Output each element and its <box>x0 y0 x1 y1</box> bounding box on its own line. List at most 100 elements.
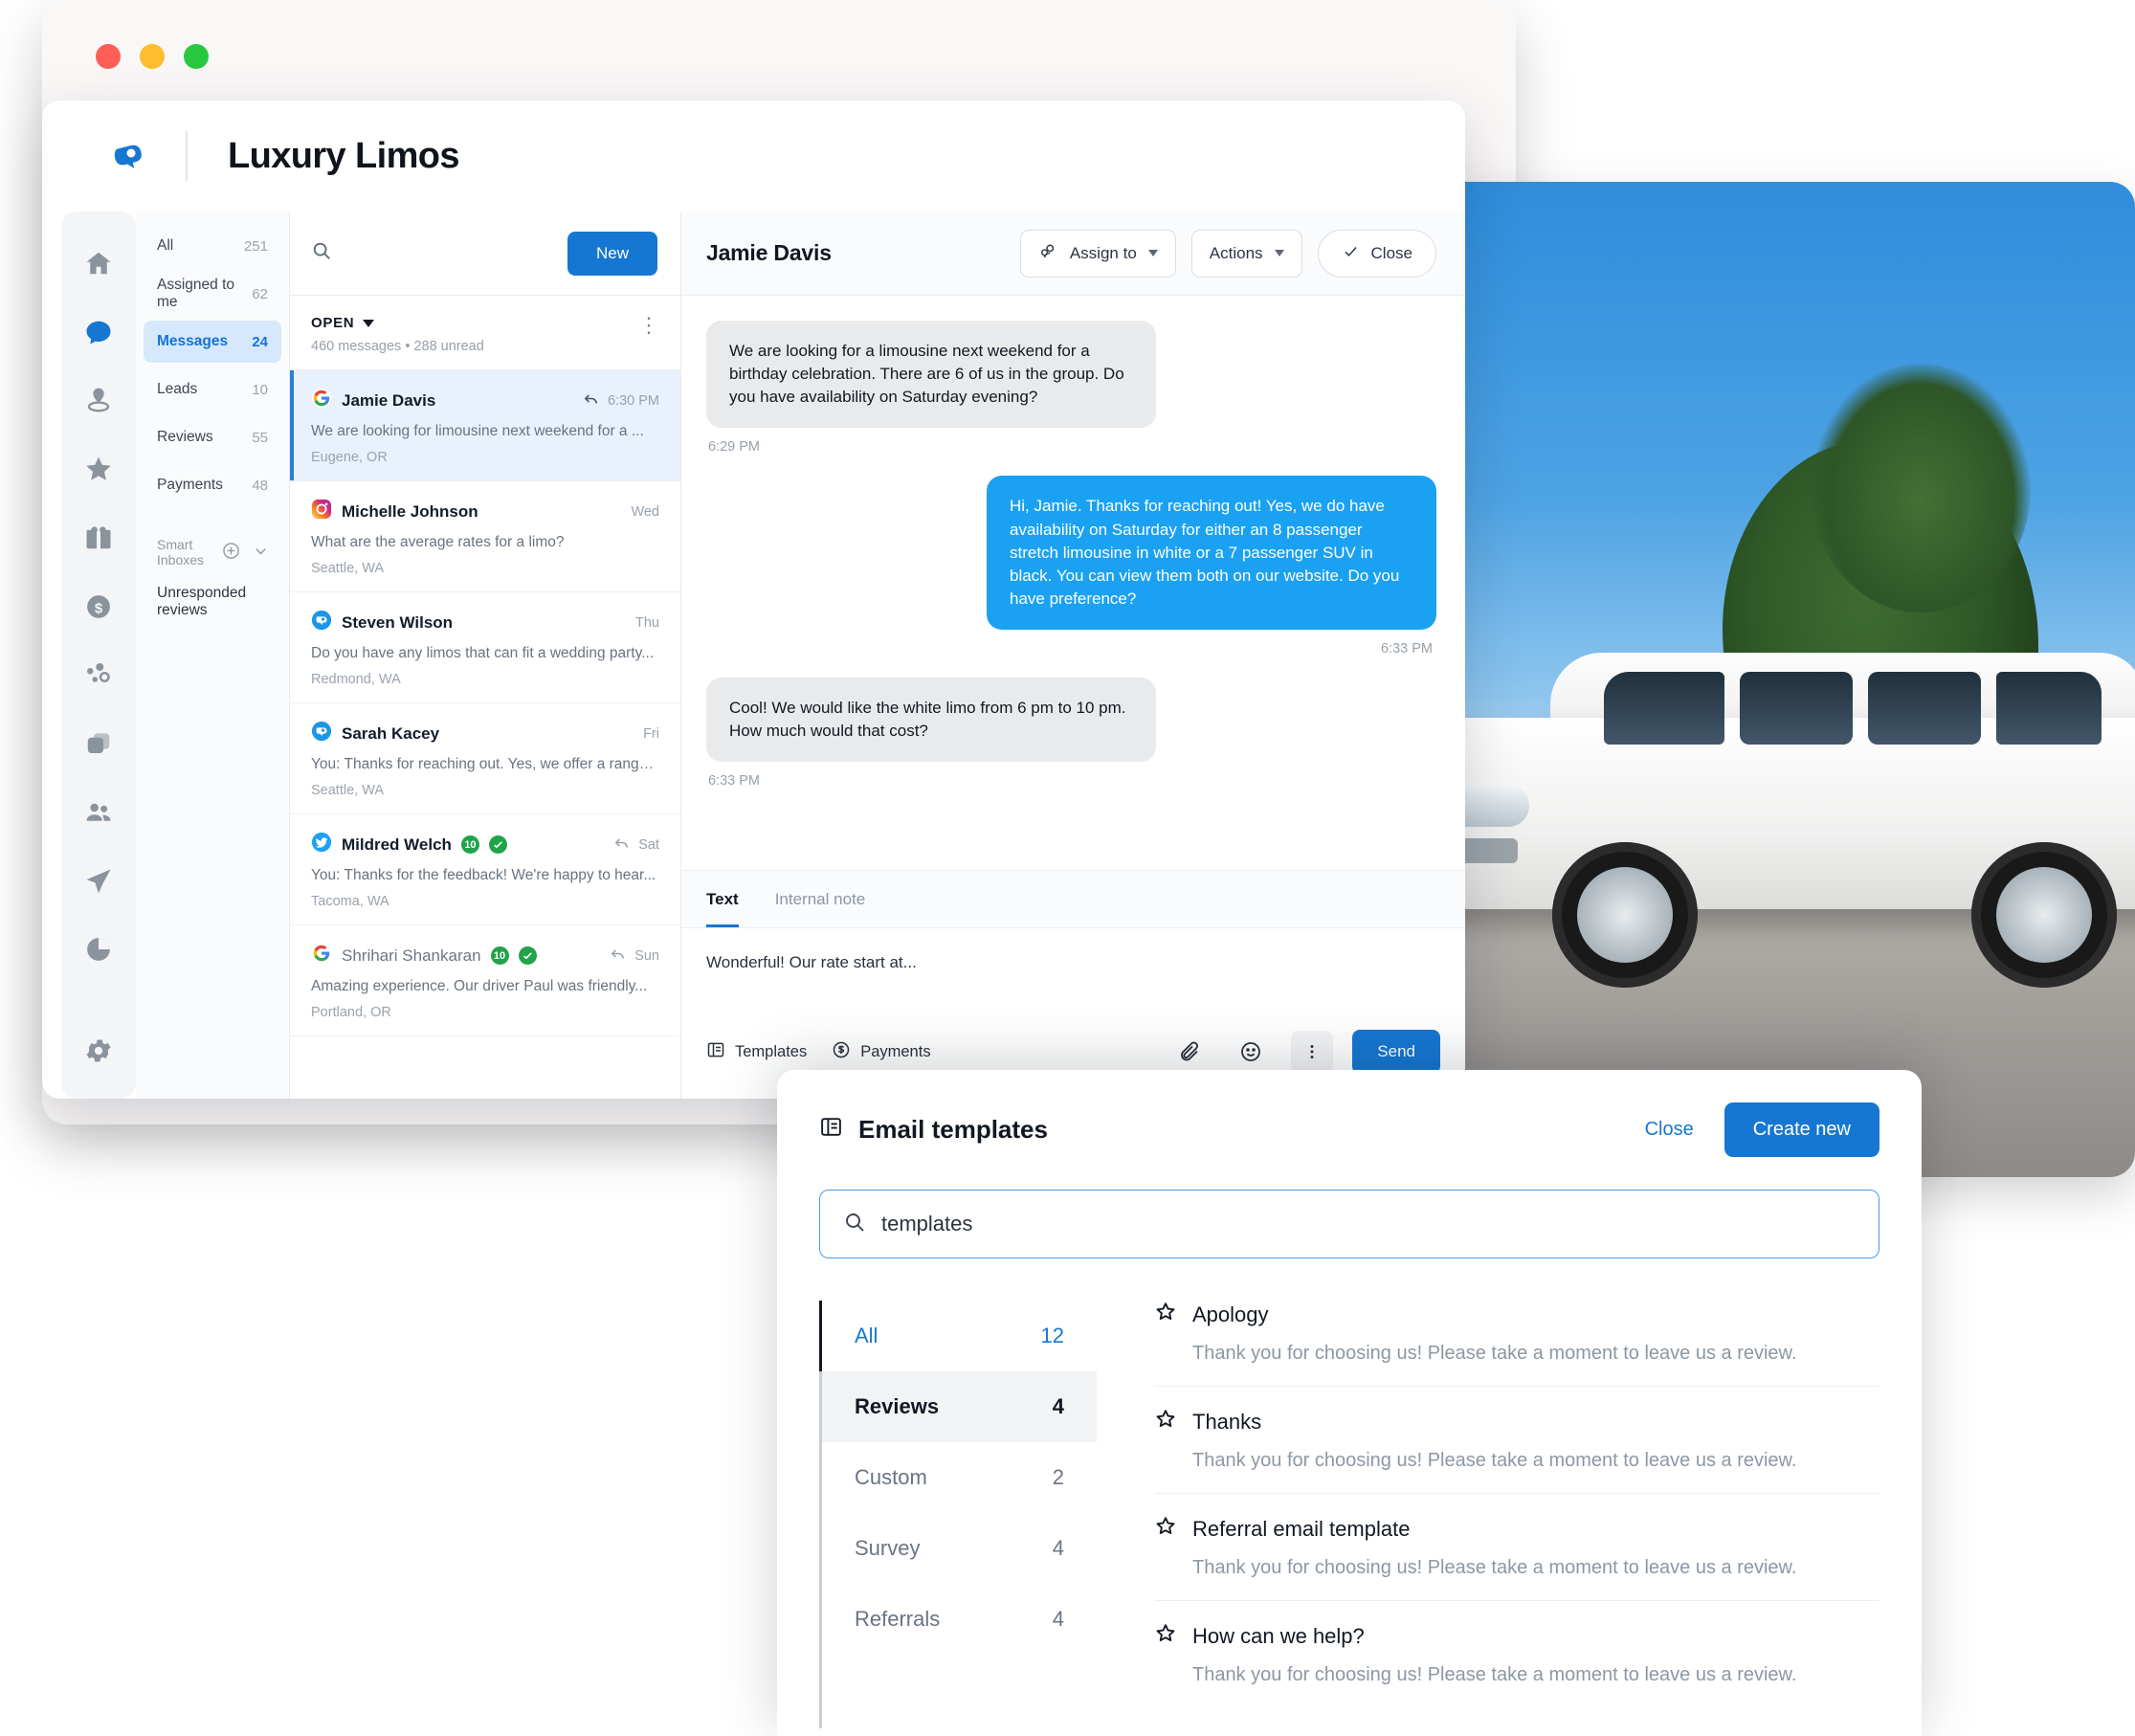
attachment-icon[interactable] <box>1168 1031 1211 1073</box>
conversation-item[interactable]: Jamie Davis 6:30 PM We are looking for l… <box>290 370 680 481</box>
message-timestamp: 6:33 PM <box>708 773 760 790</box>
folder-payments[interactable]: Payments 48 <box>144 464 281 506</box>
payments-label: Payments <box>860 1042 931 1060</box>
conversation-item[interactable]: Sarah Kacey Fri You: Thanks for reaching… <box>290 703 680 814</box>
favorite-star-icon[interactable] <box>1154 1301 1177 1329</box>
folder-count: 55 <box>252 429 268 446</box>
favorite-star-icon[interactable] <box>1154 1622 1177 1651</box>
sidebar-item-locations[interactable] <box>61 380 136 422</box>
folder-messages[interactable]: Messages 24 <box>144 321 281 363</box>
sidebar-item-campaigns[interactable] <box>61 860 136 902</box>
sidebar-item-referrals[interactable] <box>61 517 136 559</box>
assign-to-button[interactable]: Assign to <box>1019 229 1176 278</box>
template-item[interactable]: How can we help? Thank you for choosing … <box>1154 1622 1879 1707</box>
sidebar-item-home[interactable] <box>61 242 136 284</box>
template-item[interactable]: Thanks Thank you for choosing us! Please… <box>1154 1408 1879 1494</box>
sidebar-item-settings[interactable] <box>61 1030 136 1072</box>
sidebar-item-messages[interactable] <box>61 311 136 353</box>
templates-button[interactable]: Templates <box>706 1040 807 1064</box>
category-label: Referrals <box>855 1607 941 1631</box>
conversation-contact-name: Steven Wilson <box>342 612 454 632</box>
folder-assigned-to-me[interactable]: Assigned to me 62 <box>144 273 281 315</box>
sidebar-item-payments[interactable]: $ <box>61 586 136 628</box>
send-button[interactable]: Send <box>1352 1030 1440 1074</box>
favorite-star-icon[interactable] <box>1154 1408 1177 1436</box>
template-preview: Thank you for choosing us! Please take a… <box>1192 1343 1797 1364</box>
folder-label: Assigned to me <box>157 277 234 310</box>
folder-all[interactable]: All 251 <box>144 225 281 267</box>
category-label: Reviews <box>855 1394 940 1418</box>
rating-badge: 10 <box>490 946 509 965</box>
template-category-all[interactable]: All 12 <box>822 1301 1097 1371</box>
conversation-snippet: Amazing experience. Our driver Paul was … <box>311 978 648 994</box>
new-conversation-button[interactable]: New <box>567 231 657 276</box>
conversation-location: Seattle, WA <box>311 561 385 576</box>
add-smart-inbox-icon[interactable] <box>222 542 240 563</box>
templates-item-list: Apology Thank you for choosing us! Pleas… <box>1097 1301 1879 1728</box>
message-bubble-outgoing: Hi, Jamie. Thanks for reaching out! Yes,… <box>987 476 1436 630</box>
template-category-reviews[interactable]: Reviews 4 <box>822 1371 1097 1442</box>
sidebar-item-automations[interactable] <box>61 655 136 697</box>
conversation-timestamp: Fri <box>643 725 659 742</box>
sidebar-item-reviews[interactable] <box>61 448 136 490</box>
birdeye-channel-icon <box>311 721 332 746</box>
maximize-window-button[interactable] <box>184 44 209 69</box>
close-conversation-button[interactable]: Close <box>1317 229 1436 278</box>
conversation-contact-name: Sarah Kacey <box>342 723 440 743</box>
conversation-time: Sun <box>610 946 659 966</box>
search-icon[interactable] <box>311 240 332 266</box>
tab-text[interactable]: Text <box>706 871 739 927</box>
conversation-list-toolbar: New <box>290 211 680 296</box>
close-window-button[interactable] <box>96 44 121 69</box>
replied-arrow-icon <box>613 835 630 855</box>
payments-button[interactable]: Payments <box>832 1040 931 1064</box>
thread-contact-name: Jamie Davis <box>706 240 832 265</box>
conversation-item[interactable]: Michelle Johnson Wed What are the averag… <box>290 481 680 592</box>
template-category-referrals[interactable]: Referrals 4 <box>822 1584 1097 1655</box>
more-composer-options-icon[interactable] <box>1291 1031 1334 1073</box>
sidebar-item-pages[interactable] <box>61 723 136 765</box>
limo-window <box>1604 672 1724 745</box>
favorite-star-icon[interactable] <box>1154 1515 1177 1544</box>
template-item[interactable]: Apology Thank you for choosing us! Pleas… <box>1154 1301 1879 1387</box>
category-count: 4 <box>1052 1607 1064 1631</box>
close-templates-button[interactable]: Close <box>1645 1119 1694 1141</box>
sidebar-item-contacts[interactable] <box>61 791 136 834</box>
template-category-survey[interactable]: Survey 4 <box>822 1513 1097 1584</box>
tree-top <box>1811 364 2031 612</box>
emoji-icon[interactable] <box>1230 1031 1272 1073</box>
folder-label: Reviews <box>157 429 213 445</box>
conversation-list: New OPEN 460 messages • 288 unread ⋮ Jam… <box>289 211 681 1099</box>
conversation-timestamp: Thu <box>635 614 659 631</box>
create-new-template-button[interactable]: Create new <box>1724 1102 1879 1157</box>
conversation-location: Seattle, WA <box>311 783 385 798</box>
conversation-time: Fri <box>643 726 659 742</box>
template-category-custom[interactable]: Custom 2 <box>822 1442 1097 1513</box>
folder-count: 48 <box>252 477 268 494</box>
sidebar-item-reports[interactable] <box>61 929 136 971</box>
chevron-down-icon[interactable] <box>252 542 270 563</box>
message-composer: Text Internal note Wonderful! Our rate s… <box>681 870 1465 1099</box>
search-icon <box>843 1211 866 1238</box>
composer-input[interactable]: Wonderful! Our rate start at... <box>681 928 1465 1016</box>
wheel <box>1971 842 2117 988</box>
conversation-item[interactable]: Steven Wilson Thu Do you have any limos … <box>290 592 680 703</box>
folder-reviews[interactable]: Reviews 55 <box>144 416 281 458</box>
template-item[interactable]: Referral email template Thank you for ch… <box>1154 1515 1879 1601</box>
payments-dollar-icon <box>832 1040 851 1064</box>
app-window: Luxury Limos $ All 251 Assigned to me 62… <box>42 100 1465 1099</box>
status-filter-dropdown[interactable]: OPEN <box>311 315 484 331</box>
smart-inbox-unresponded-reviews[interactable]: Unresponded reviews <box>144 585 281 619</box>
limo-window <box>1740 672 1853 745</box>
templates-search-input[interactable]: templates <box>819 1190 1879 1258</box>
conversation-item[interactable]: Mildred Welch 10 Sat You: Thanks for the… <box>290 814 680 925</box>
template-preview: Thank you for choosing us! Please take a… <box>1192 1664 1797 1685</box>
assign-to-label: Assign to <box>1069 243 1137 262</box>
tab-internal-note[interactable]: Internal note <box>775 871 866 927</box>
more-options-icon[interactable]: ⋮ <box>638 315 659 336</box>
template-title: How can we help? <box>1192 1624 1365 1648</box>
minimize-window-button[interactable] <box>140 44 165 69</box>
conversation-item[interactable]: Shrihari Shankaran 10 Sun Amazing experi… <box>290 925 680 1036</box>
folder-leads[interactable]: Leads 10 <box>144 368 281 411</box>
actions-button[interactable]: Actions <box>1190 229 1302 278</box>
